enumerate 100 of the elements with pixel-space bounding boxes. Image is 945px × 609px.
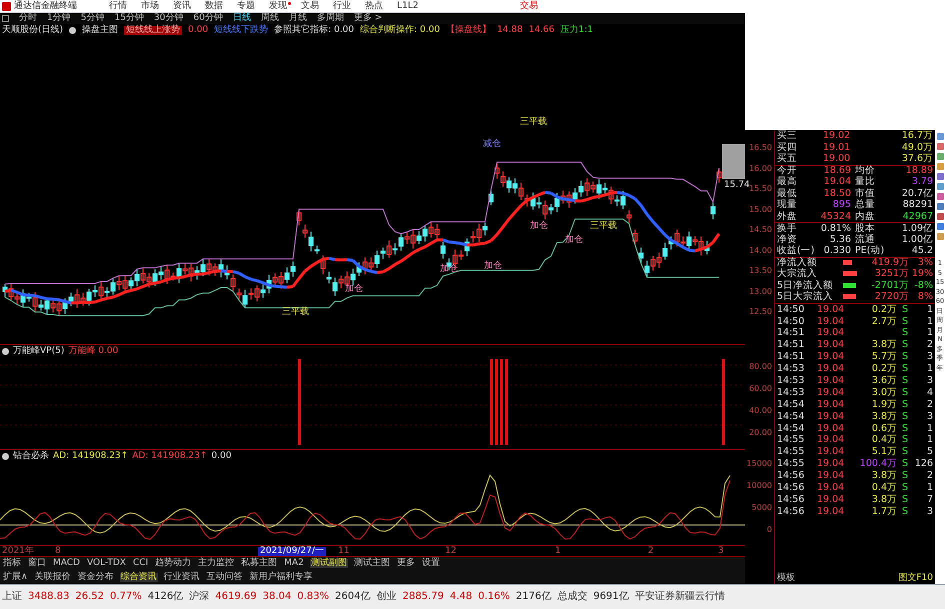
tab[interactable]: 新用户福利专享	[248, 572, 314, 582]
trade-link[interactable]: 交易	[520, 2, 538, 10]
tick-volume: 3.6万	[870, 376, 897, 386]
quote-label: 量比	[855, 177, 876, 186]
indicator-value: 综合判断操作: 0.00	[360, 26, 440, 34]
axis-label: 60.00	[749, 385, 772, 393]
quote-label: 均价	[855, 166, 876, 176]
date-label: 2021年	[2, 547, 34, 556]
period-tab[interactable]: 30分钟	[154, 14, 184, 23]
index-name: 上证	[2, 592, 22, 602]
signal-label: 加仓	[440, 265, 458, 274]
tick-volume: 2.7万	[870, 316, 897, 326]
tick-volume: 3.8万	[870, 494, 897, 504]
tab[interactable]: 互动问答	[206, 572, 244, 582]
index-change: 38.04	[262, 592, 292, 602]
tab[interactable]: 测试主图	[352, 559, 391, 568]
indicator-value: 14.88	[496, 26, 523, 34]
menu-item[interactable]: 资讯	[173, 2, 191, 10]
menu-item[interactable]: 市场	[141, 2, 159, 10]
tab[interactable]: 行业资讯	[162, 572, 201, 582]
tick-price: 19.04	[817, 388, 846, 398]
menu-item[interactable]: 专题	[237, 2, 255, 10]
menu-item[interactable]: 文易	[301, 2, 319, 10]
template-button[interactable]: 模板	[777, 574, 795, 583]
candlestick	[632, 229, 638, 246]
tick-volume: 3.0万	[870, 388, 897, 398]
tick-count: 1	[926, 483, 933, 493]
tab[interactable]: 窗口	[27, 559, 47, 568]
period-tab[interactable]: 60分钟	[193, 14, 223, 23]
quote-label: PE(动)	[855, 246, 886, 256]
indicator-value: AD: 141908.23↑	[53, 452, 128, 461]
quote-label: 5日净流入额	[777, 280, 834, 290]
period-tab[interactable]: 15分钟	[114, 14, 144, 23]
tab[interactable]: 主力监控	[197, 559, 236, 568]
quote-value: 18.50	[822, 188, 851, 198]
tab[interactable]: 趋势动力	[154, 559, 192, 568]
signal-label: 加仓	[530, 222, 548, 231]
f10-button[interactable]: 图文F10	[898, 574, 933, 583]
tab[interactable]: 综合资讯	[120, 572, 158, 582]
quote-value: 19.02	[823, 131, 852, 140]
tab[interactable]: 资金分布	[76, 572, 115, 582]
tab[interactable]: 指标	[2, 559, 22, 568]
tick-count: 3	[926, 376, 933, 386]
tick-price: 19.04	[817, 424, 846, 434]
quote-value: 3.79	[910, 177, 933, 186]
quote-value: 895	[832, 200, 851, 210]
menu-item[interactable]: 发现	[269, 2, 287, 10]
gear-icon[interactable]	[2, 453, 9, 460]
quote-value: 19%	[911, 269, 933, 278]
menu-item[interactable]: 行情	[109, 2, 127, 10]
menu-item[interactable]: L1L2	[397, 2, 418, 10]
tick-side: S	[900, 328, 910, 338]
period-tab[interactable]: 更多 >	[354, 14, 382, 23]
window-icon[interactable]	[2, 15, 9, 22]
menu-item[interactable]: 热点	[365, 2, 383, 10]
candlestick	[488, 189, 494, 206]
period-tab[interactable]: 1分钟	[47, 14, 71, 23]
tab[interactable]: 私募主图	[240, 559, 278, 568]
indicator-value: 0.00	[188, 26, 208, 34]
axis-label: 12.50	[749, 308, 772, 316]
index-amount: 2604亿	[335, 592, 370, 602]
price-block	[722, 144, 745, 179]
quote-label: 大宗流入	[777, 269, 818, 278]
period-tab[interactable]: 周线	[260, 14, 279, 23]
tab[interactable]: 测试副图	[310, 559, 348, 568]
quote-value: 16.7万	[900, 131, 933, 140]
tab[interactable]: MACD	[52, 559, 81, 568]
index-value: 2885.79	[402, 592, 444, 602]
tab[interactable]: MA2	[283, 559, 305, 568]
date-label: 12	[445, 547, 456, 556]
gear-icon[interactable]	[2, 348, 9, 355]
quote-value: 3251万	[874, 269, 909, 278]
tab[interactable]: 扩展∧	[2, 572, 29, 582]
quote-value: 42967	[902, 212, 933, 221]
period-tab[interactable]: 分时	[19, 14, 37, 23]
tick-price: 19.04	[817, 459, 846, 469]
tab[interactable]: 设置	[420, 559, 441, 568]
tick-price: 19.04	[817, 340, 846, 350]
tick-count: 2	[926, 471, 933, 481]
tab[interactable]: VOL-TDX	[86, 559, 127, 568]
period-tab[interactable]: 月线	[288, 14, 307, 23]
period-tab[interactable]: 日线	[232, 14, 251, 23]
period-tab[interactable]: 多周期	[316, 14, 344, 23]
indicator-value: AD: 141908.23↑	[132, 452, 208, 461]
tab[interactable]: CCI	[132, 559, 150, 568]
quote-label: 最高	[777, 177, 798, 186]
menu-item[interactable]: 行业	[333, 2, 351, 10]
indicator-value: 操盘主图	[82, 26, 118, 34]
tick-volume: 1.9万	[870, 400, 897, 410]
tick-count: 3	[926, 506, 933, 516]
tick-volume: 3.8万	[870, 340, 897, 350]
index-value: 3488.83	[28, 592, 70, 602]
menu-item[interactable]: 数据	[205, 2, 223, 10]
quote-value: 3%	[916, 258, 933, 268]
tick-count: 126	[914, 459, 933, 469]
tab[interactable]: 更多	[396, 559, 416, 568]
gear-icon[interactable]	[69, 26, 76, 34]
tick-volume: 0.4万	[870, 435, 897, 445]
period-tab[interactable]: 5分钟	[80, 14, 104, 23]
tab[interactable]: 关联报价	[34, 572, 72, 582]
